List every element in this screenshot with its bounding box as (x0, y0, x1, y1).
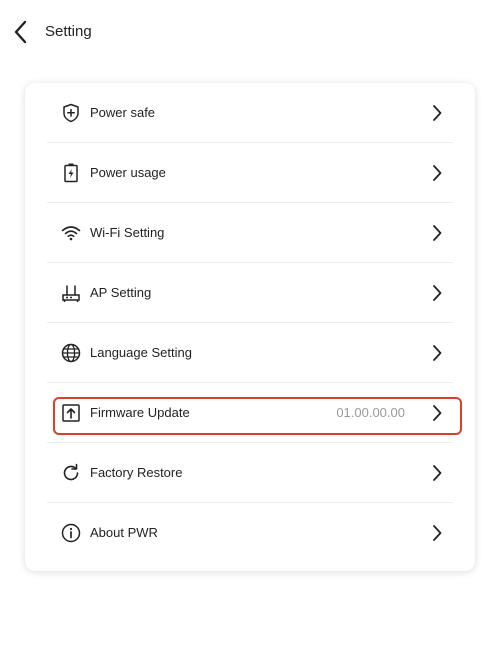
settings-item-power-safe[interactable]: Power safe (47, 83, 453, 143)
refresh-icon (60, 462, 82, 484)
wifi-icon (60, 222, 82, 244)
shield-plus-icon (60, 102, 82, 124)
router-icon (60, 282, 82, 304)
settings-item-firmware-update[interactable]: Firmware Update 01.00.00.00 (47, 383, 453, 443)
info-icon (60, 522, 82, 544)
chevron-right-icon (431, 283, 443, 303)
chevron-right-icon (431, 223, 443, 243)
settings-item-label: Wi-Fi Setting (90, 225, 165, 240)
header: Setting (0, 0, 500, 64)
settings-item-label: Firmware Update (90, 405, 190, 420)
firmware-version: 01.00.00.00 (336, 405, 405, 420)
chevron-right-icon (431, 103, 443, 123)
settings-item-about[interactable]: About PWR (47, 503, 453, 563)
chevron-right-icon (431, 163, 443, 183)
settings-item-label: Factory Restore (90, 465, 183, 480)
settings-item-label: Language Setting (90, 345, 192, 360)
settings-item-factory-restore[interactable]: Factory Restore (47, 443, 453, 503)
settings-item-language[interactable]: Language Setting (47, 323, 453, 383)
battery-charging-icon (60, 162, 82, 184)
chevron-right-icon (431, 463, 443, 483)
globe-icon (60, 342, 82, 364)
settings-item-wifi[interactable]: Wi-Fi Setting (47, 203, 453, 263)
page-title: Setting (45, 23, 92, 40)
settings-item-label: Power usage (90, 165, 166, 180)
settings-card: Power safe Power usage Wi-Fi Setting AP … (25, 83, 475, 571)
chevron-right-icon (431, 343, 443, 363)
settings-item-ap[interactable]: AP Setting (47, 263, 453, 323)
settings-item-power-usage[interactable]: Power usage (47, 143, 453, 203)
back-button[interactable] (12, 20, 32, 44)
chevron-right-icon (431, 523, 443, 543)
chevron-right-icon (431, 403, 443, 423)
settings-item-label: Power safe (90, 105, 156, 120)
upload-box-icon (60, 402, 82, 424)
chevron-left-icon (14, 20, 27, 44)
settings-item-label: About PWR (90, 525, 158, 540)
settings-item-label: AP Setting (90, 285, 152, 300)
